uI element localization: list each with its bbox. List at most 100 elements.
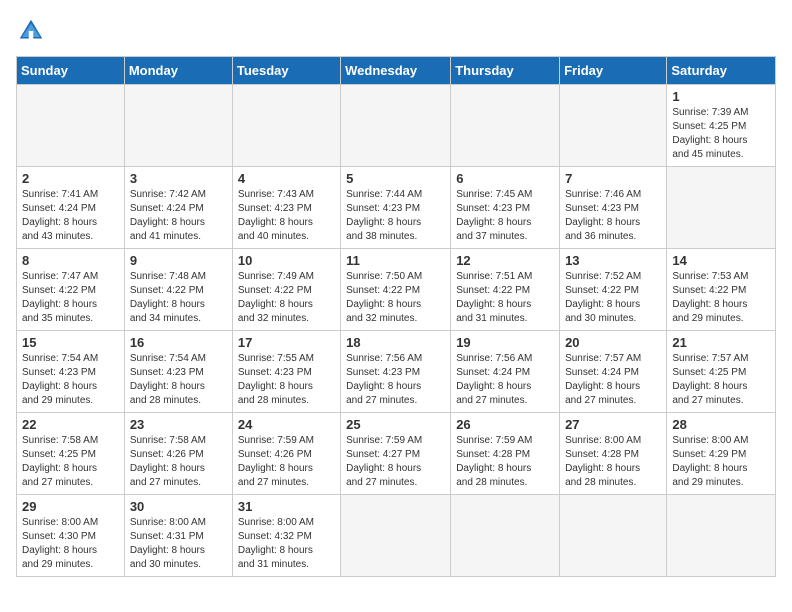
sunset: Sunset: 4:25 PM	[22, 449, 96, 460]
daylight-line1: Daylight: 8 hours	[346, 299, 421, 310]
daylight-line1: Daylight: 8 hours	[238, 463, 313, 474]
day-number: 23	[130, 417, 227, 432]
calendar-cell: 10Sunrise: 7:49 AMSunset: 4:22 PMDayligh…	[232, 249, 340, 331]
day-info: Sunrise: 7:54 AMSunset: 4:23 PMDaylight:…	[130, 352, 227, 408]
sunrise: Sunrise: 7:43 AM	[238, 189, 314, 200]
sunrise: Sunrise: 8:00 AM	[130, 517, 206, 528]
daylight-line2: and 31 minutes.	[238, 559, 309, 570]
sunset: Sunset: 4:26 PM	[130, 449, 204, 460]
sunrise: Sunrise: 7:45 AM	[456, 189, 532, 200]
daylight-line2: and 28 minutes.	[238, 395, 309, 406]
sunrise: Sunrise: 7:59 AM	[456, 435, 532, 446]
day-info: Sunrise: 7:59 AMSunset: 4:27 PMDaylight:…	[346, 434, 445, 490]
calendar-week-row: 1Sunrise: 7:39 AMSunset: 4:25 PMDaylight…	[17, 85, 776, 167]
day-number: 12	[456, 253, 554, 268]
daylight-line1: Daylight: 8 hours	[238, 545, 313, 556]
calendar-cell: 1Sunrise: 7:39 AMSunset: 4:25 PMDaylight…	[667, 85, 776, 167]
calendar-cell: 18Sunrise: 7:56 AMSunset: 4:23 PMDayligh…	[341, 331, 451, 413]
calendar-cell: 17Sunrise: 7:55 AMSunset: 4:23 PMDayligh…	[232, 331, 340, 413]
daylight-line2: and 37 minutes.	[456, 231, 527, 242]
sunrise: Sunrise: 8:00 AM	[672, 435, 748, 446]
calendar-cell: 20Sunrise: 7:57 AMSunset: 4:24 PMDayligh…	[560, 331, 667, 413]
sunset: Sunset: 4:24 PM	[130, 203, 204, 214]
day-info: Sunrise: 7:50 AMSunset: 4:22 PMDaylight:…	[346, 270, 445, 326]
calendar-cell: 24Sunrise: 7:59 AMSunset: 4:26 PMDayligh…	[232, 413, 340, 495]
day-number: 19	[456, 335, 554, 350]
sunrise: Sunrise: 7:57 AM	[565, 353, 641, 364]
day-number: 21	[672, 335, 770, 350]
sunset: Sunset: 4:22 PM	[672, 285, 746, 296]
day-info: Sunrise: 7:48 AMSunset: 4:22 PMDaylight:…	[130, 270, 227, 326]
daylight-line1: Daylight: 8 hours	[456, 463, 531, 474]
sunset: Sunset: 4:27 PM	[346, 449, 420, 460]
day-info: Sunrise: 7:53 AMSunset: 4:22 PMDaylight:…	[672, 270, 770, 326]
day-info: Sunrise: 7:45 AMSunset: 4:23 PMDaylight:…	[456, 188, 554, 244]
calendar-cell: 7Sunrise: 7:46 AMSunset: 4:23 PMDaylight…	[560, 167, 667, 249]
sunset: Sunset: 4:22 PM	[130, 285, 204, 296]
daylight-line2: and 27 minutes.	[130, 477, 201, 488]
day-number: 3	[130, 171, 227, 186]
calendar-cell: 2Sunrise: 7:41 AMSunset: 4:24 PMDaylight…	[17, 167, 125, 249]
daylight-line2: and 29 minutes.	[22, 395, 93, 406]
calendar-cell: 16Sunrise: 7:54 AMSunset: 4:23 PMDayligh…	[124, 331, 232, 413]
day-number: 31	[238, 499, 335, 514]
day-info: Sunrise: 7:51 AMSunset: 4:22 PMDaylight:…	[456, 270, 554, 326]
sunset: Sunset: 4:24 PM	[22, 203, 96, 214]
sunset: Sunset: 4:30 PM	[22, 531, 96, 542]
day-number: 8	[22, 253, 119, 268]
sunrise: Sunrise: 7:55 AM	[238, 353, 314, 364]
daylight-line1: Daylight: 8 hours	[130, 381, 205, 392]
daylight-line1: Daylight: 8 hours	[346, 381, 421, 392]
daylight-line1: Daylight: 8 hours	[238, 217, 313, 228]
daylight-line1: Daylight: 8 hours	[565, 381, 640, 392]
calendar-cell: 25Sunrise: 7:59 AMSunset: 4:27 PMDayligh…	[341, 413, 451, 495]
daylight-line2: and 34 minutes.	[130, 313, 201, 324]
calendar-cell: 23Sunrise: 7:58 AMSunset: 4:26 PMDayligh…	[124, 413, 232, 495]
sunrise: Sunrise: 7:59 AM	[238, 435, 314, 446]
calendar-cell: 8Sunrise: 7:47 AMSunset: 4:22 PMDaylight…	[17, 249, 125, 331]
calendar-cell	[560, 495, 667, 577]
daylight-line1: Daylight: 8 hours	[130, 545, 205, 556]
calendar-cell: 30Sunrise: 8:00 AMSunset: 4:31 PMDayligh…	[124, 495, 232, 577]
day-number: 22	[22, 417, 119, 432]
day-info: Sunrise: 7:52 AMSunset: 4:22 PMDaylight:…	[565, 270, 661, 326]
calendar-cell: 5Sunrise: 7:44 AMSunset: 4:23 PMDaylight…	[341, 167, 451, 249]
logo	[16, 16, 50, 46]
daylight-line1: Daylight: 8 hours	[456, 299, 531, 310]
sunset: Sunset: 4:28 PM	[456, 449, 530, 460]
calendar-cell: 21Sunrise: 7:57 AMSunset: 4:25 PMDayligh…	[667, 331, 776, 413]
day-number: 28	[672, 417, 770, 432]
sunset: Sunset: 4:22 PM	[22, 285, 96, 296]
calendar-cell: 3Sunrise: 7:42 AMSunset: 4:24 PMDaylight…	[124, 167, 232, 249]
sunrise: Sunrise: 7:54 AM	[130, 353, 206, 364]
daylight-line2: and 27 minutes.	[346, 395, 417, 406]
day-info: Sunrise: 7:47 AMSunset: 4:22 PMDaylight:…	[22, 270, 119, 326]
daylight-line2: and 27 minutes.	[346, 477, 417, 488]
sunrise: Sunrise: 7:58 AM	[130, 435, 206, 446]
daylight-line1: Daylight: 8 hours	[238, 381, 313, 392]
daylight-line1: Daylight: 8 hours	[672, 299, 747, 310]
sunrise: Sunrise: 7:56 AM	[346, 353, 422, 364]
daylight-line2: and 40 minutes.	[238, 231, 309, 242]
sunset: Sunset: 4:23 PM	[565, 203, 639, 214]
sunset: Sunset: 4:25 PM	[672, 367, 746, 378]
daylight-line2: and 27 minutes.	[565, 395, 636, 406]
daylight-line1: Daylight: 8 hours	[565, 217, 640, 228]
day-info: Sunrise: 7:54 AMSunset: 4:23 PMDaylight:…	[22, 352, 119, 408]
sunset: Sunset: 4:23 PM	[238, 203, 312, 214]
sunrise: Sunrise: 7:39 AM	[672, 107, 748, 118]
day-info: Sunrise: 7:57 AMSunset: 4:24 PMDaylight:…	[565, 352, 661, 408]
sunset: Sunset: 4:31 PM	[130, 531, 204, 542]
calendar-cell: 15Sunrise: 7:54 AMSunset: 4:23 PMDayligh…	[17, 331, 125, 413]
daylight-line2: and 28 minutes.	[456, 477, 527, 488]
calendar-cell	[341, 85, 451, 167]
day-number: 17	[238, 335, 335, 350]
calendar-cell	[17, 85, 125, 167]
day-info: Sunrise: 8:00 AM Sunset: 4:31 PM Daylight:…	[130, 516, 227, 572]
calendar-cell: 13Sunrise: 7:52 AMSunset: 4:22 PMDayligh…	[560, 249, 667, 331]
day-number: 29	[22, 499, 119, 514]
calendar-cell: 29Sunrise: 8:00 AMSunset: 4:30 PMDayligh…	[17, 495, 125, 577]
daylight-line1: Daylight: 8 hours	[672, 463, 747, 474]
sunrise: Sunrise: 7:47 AM	[22, 271, 98, 282]
day-info: Sunrise: 7:58 AMSunset: 4:25 PMDaylight:…	[22, 434, 119, 490]
